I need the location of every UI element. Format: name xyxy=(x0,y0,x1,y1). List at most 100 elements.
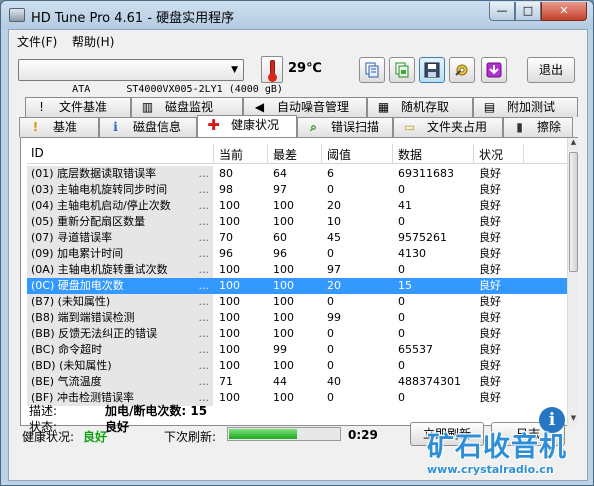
table-row[interactable]: (05) 重新分配扇区数量... 100 100 10 0 良好 xyxy=(27,214,567,230)
menu-file[interactable]: 文件(F) xyxy=(17,33,57,50)
tab-file-benchmark[interactable]: ! 文件基准 xyxy=(25,97,131,117)
log-button[interactable]: 日志 xyxy=(491,422,565,446)
data-cell: 9575261 xyxy=(398,231,447,244)
tab-aam[interactable]: ◀ 自动噪音管理 xyxy=(243,97,367,117)
menu-bar: 文件(F) 帮助(H) xyxy=(9,30,587,51)
col-status-header[interactable]: 状况 xyxy=(479,146,503,163)
threshold-cell: 97 xyxy=(327,263,341,276)
col-worst-header[interactable]: 最差 xyxy=(273,146,297,163)
copy-text-icon xyxy=(365,62,379,78)
table-row[interactable]: (BE) 气流温度... 71 44 40 488374301 良好 xyxy=(27,374,567,390)
data-cell: 0 xyxy=(398,327,405,340)
attribute-name-cell: (0A) 主轴电机旋转重试次数... xyxy=(27,262,213,278)
current-cell: 70 xyxy=(219,231,233,244)
temperature-readout: 29℃ xyxy=(288,61,322,76)
data-cell: 0 xyxy=(398,263,405,276)
scroll-down-icon[interactable]: ▼ xyxy=(568,414,579,426)
next-refresh-label: 下次刷新: xyxy=(164,430,217,444)
threshold-cell: 0 xyxy=(327,183,334,196)
table-row[interactable]: (03) 主轴电机旋转同步时间... 98 97 0 0 良好 xyxy=(27,182,567,198)
tab-disk-monitor[interactable]: ▥ 磁盘监视 xyxy=(131,97,243,117)
table-row[interactable]: (0A) 主轴电机旋转重试次数... 100 100 97 0 良好 xyxy=(27,262,567,278)
table-row[interactable]: (BC) 命令超时... 100 99 0 65537 良好 xyxy=(27,342,567,358)
tab-health[interactable]: ✚ 健康状况 xyxy=(197,115,297,137)
data-cell: 0 xyxy=(398,215,405,228)
refresh-progress-bar xyxy=(227,427,341,441)
threshold-cell: 6 xyxy=(327,167,334,180)
scroll-thumb[interactable] xyxy=(569,152,578,272)
maximize-button[interactable]: □ xyxy=(515,2,541,21)
tab-erase[interactable]: ▮ 擦除 xyxy=(503,117,573,137)
save-icon xyxy=(424,62,440,78)
download-icon xyxy=(486,62,502,78)
tab-error-scan[interactable]: ⌕ 错误扫描 xyxy=(297,117,393,137)
attribute-name-cell: (07) 寻道错误率... xyxy=(27,230,213,246)
current-cell: 100 xyxy=(219,215,240,228)
status-cell: 良好 xyxy=(479,311,501,324)
attribute-name-cell: (0C) 硬盘加电次数... xyxy=(27,278,213,294)
tab-disk-info[interactable]: i 磁盘信息 xyxy=(99,117,197,137)
bar-chart-icon: ▥ xyxy=(141,100,154,114)
table-row[interactable]: (0C) 硬盘加电次数... 100 100 20 15 良好 xyxy=(27,278,567,294)
worst-cell: 100 xyxy=(273,279,294,292)
tab-folder-usage[interactable]: ▭ 文件夹占用 xyxy=(393,117,503,137)
status-cell: 良好 xyxy=(479,167,501,180)
refresh-countdown: 0:29 xyxy=(348,428,378,442)
worst-cell: 96 xyxy=(273,247,287,260)
speaker-icon: ◀ xyxy=(254,100,265,114)
attribute-name-cell: (B8) 端到端错误检测... xyxy=(27,310,213,326)
data-cell: 65537 xyxy=(398,343,433,356)
table-row[interactable]: (B8) 端到端错误检测... 100 100 99 0 良好 xyxy=(27,310,567,326)
data-cell: 41 xyxy=(398,199,412,212)
table-row[interactable]: (B7) (未知属性)... 100 100 0 0 良好 xyxy=(27,294,567,310)
tab-label: 错误扫描 xyxy=(331,120,380,134)
attribute-name-cell: (01) 底层数据读取错误率... xyxy=(27,166,213,182)
minimize-button[interactable]: — xyxy=(489,2,515,21)
current-cell: 80 xyxy=(219,167,233,180)
table-row[interactable]: (BB) 反馈无法纠正的错误... 100 100 0 0 良好 xyxy=(27,326,567,342)
col-current-header[interactable]: 当前 xyxy=(219,146,243,163)
drive-select[interactable]: ATA ST4000VX005-2LY1 (4000 gB) ▼ xyxy=(18,59,283,95)
worst-cell: 100 xyxy=(273,359,294,372)
title-bar[interactable]: HD Tune Pro 4.61 - 硬盘实用程序 — □ ✕ xyxy=(1,1,593,29)
save-button[interactable] xyxy=(419,57,445,83)
col-threshold-header[interactable]: 阈值 xyxy=(327,146,351,163)
close-button[interactable]: ✕ xyxy=(541,2,587,21)
col-id-header[interactable]: ID xyxy=(31,146,44,160)
exit-button[interactable]: 退出 xyxy=(527,57,575,83)
table-row[interactable]: (09) 加电累计时间... 96 96 0 4130 良好 xyxy=(27,246,567,262)
menu-help[interactable]: 帮助(H) xyxy=(72,33,114,50)
options-button[interactable] xyxy=(449,57,475,83)
table-row[interactable]: (BD) (未知属性)... 100 100 0 0 良好 xyxy=(27,358,567,374)
table-row[interactable]: (07) 寻道错误率... 70 60 45 9575261 良好 xyxy=(27,230,567,246)
threshold-cell: 20 xyxy=(327,199,341,212)
thermometer-icon xyxy=(261,56,283,83)
attribute-name-cell: (04) 主轴电机启动/停止次数... xyxy=(27,198,213,214)
table-row[interactable]: (01) 底层数据读取错误率... 80 64 6 69311683 良好 xyxy=(27,166,567,182)
current-cell: 100 xyxy=(219,263,240,276)
status-cell: 良好 xyxy=(479,263,501,276)
toolbar: ATA ST4000VX005-2LY1 (4000 gB) ▼ 29℃ 退出 xyxy=(9,51,587,95)
tab-benchmark[interactable]: ! 基准 xyxy=(19,117,99,137)
download-button[interactable] xyxy=(481,57,507,83)
vertical-scrollbar[interactable]: ▲ ▼ xyxy=(567,138,578,426)
attribute-name-cell: (BC) 命令超时... xyxy=(27,342,213,358)
trash-icon: ▮ xyxy=(516,120,523,134)
data-cell: 15 xyxy=(398,279,412,292)
data-cell: 0 xyxy=(398,311,405,324)
current-cell: 100 xyxy=(219,343,240,356)
hdtune-app-icon xyxy=(9,8,25,22)
copy-text-button[interactable] xyxy=(359,57,385,83)
col-data-header[interactable]: 数据 xyxy=(398,146,422,163)
threshold-cell: 10 xyxy=(327,215,341,228)
refresh-now-button[interactable]: 立即刷新 xyxy=(410,422,484,446)
copy-screenshot-button[interactable] xyxy=(389,57,415,83)
tab-label: 附加测试 xyxy=(507,100,556,114)
exclamation-icon: ! xyxy=(39,100,44,114)
tab-extra-tests[interactable]: ▤ 附加测试 xyxy=(473,97,578,117)
magnifier-icon: ⌕ xyxy=(310,120,317,134)
table-row[interactable]: (04) 主轴电机启动/停止次数... 100 100 20 41 良好 xyxy=(27,198,567,214)
tab-random-access[interactable]: ▦ 随机存取 xyxy=(367,97,473,117)
attribute-name-cell: (B7) (未知属性)... xyxy=(27,294,213,310)
scroll-up-icon[interactable]: ▲ xyxy=(568,138,579,150)
